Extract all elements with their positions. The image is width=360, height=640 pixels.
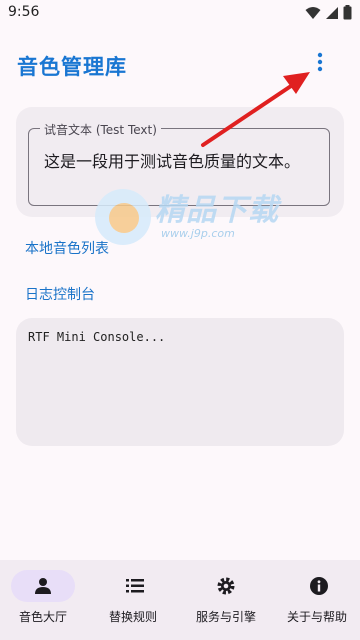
nav-item-service-engine[interactable]: 服务与引擎 [180, 560, 270, 640]
bottom-navigation: 音色大厅 替换规则 服务与引擎 关于与帮助 [0, 560, 360, 640]
log-console-link[interactable]: 日志控制台 [25, 284, 95, 304]
wifi-icon [305, 5, 321, 24]
nav-label-service-engine: 服务与引擎 [195, 610, 256, 624]
nav-label-voice-hall: 音色大厅 [18, 610, 67, 624]
nav-item-voice-hall[interactable]: 音色大厅 [0, 560, 90, 640]
list-icon [123, 576, 147, 596]
watermark-circle [95, 189, 151, 245]
watermark-logo: 精品下载 www.j9p.com [95, 183, 295, 253]
nav-label-about-help: 关于与帮助 [286, 610, 347, 624]
console-text: RTF Mini Console... [28, 330, 166, 344]
person-icon [31, 576, 55, 596]
watermark-title: 精品下载 [155, 193, 279, 228]
status-bar: 9:56 [0, 0, 360, 26]
more-options-button[interactable] [308, 52, 332, 76]
gear-icon [214, 576, 238, 596]
page-title: 音色管理库 [17, 55, 127, 79]
status-icons [305, 5, 352, 24]
nav-item-replace-rules[interactable]: 替换规则 [90, 560, 180, 640]
app-screen: 9:56 音色管理库 试音文本 (Test Text) 这是一段用于测试音色质量… [0, 0, 360, 640]
test-text-label: 试音文本 (Test Text) [40, 121, 161, 138]
info-icon [307, 576, 331, 596]
signal-icon [325, 5, 339, 24]
battery-icon [343, 5, 352, 24]
watermark-subtitle: www.j9p.com [161, 227, 235, 240]
status-time: 9:56 [8, 4, 40, 20]
nav-item-about-help[interactable]: 关于与帮助 [270, 560, 360, 640]
test-text-value[interactable]: 这是一段用于测试音色质量的文本。 [44, 148, 300, 172]
local-voices-link[interactable]: 本地音色列表 [25, 238, 109, 258]
watermark-dot [109, 203, 139, 233]
more-vert-icon [317, 52, 323, 76]
nav-label-replace-rules: 替换规则 [108, 610, 157, 624]
